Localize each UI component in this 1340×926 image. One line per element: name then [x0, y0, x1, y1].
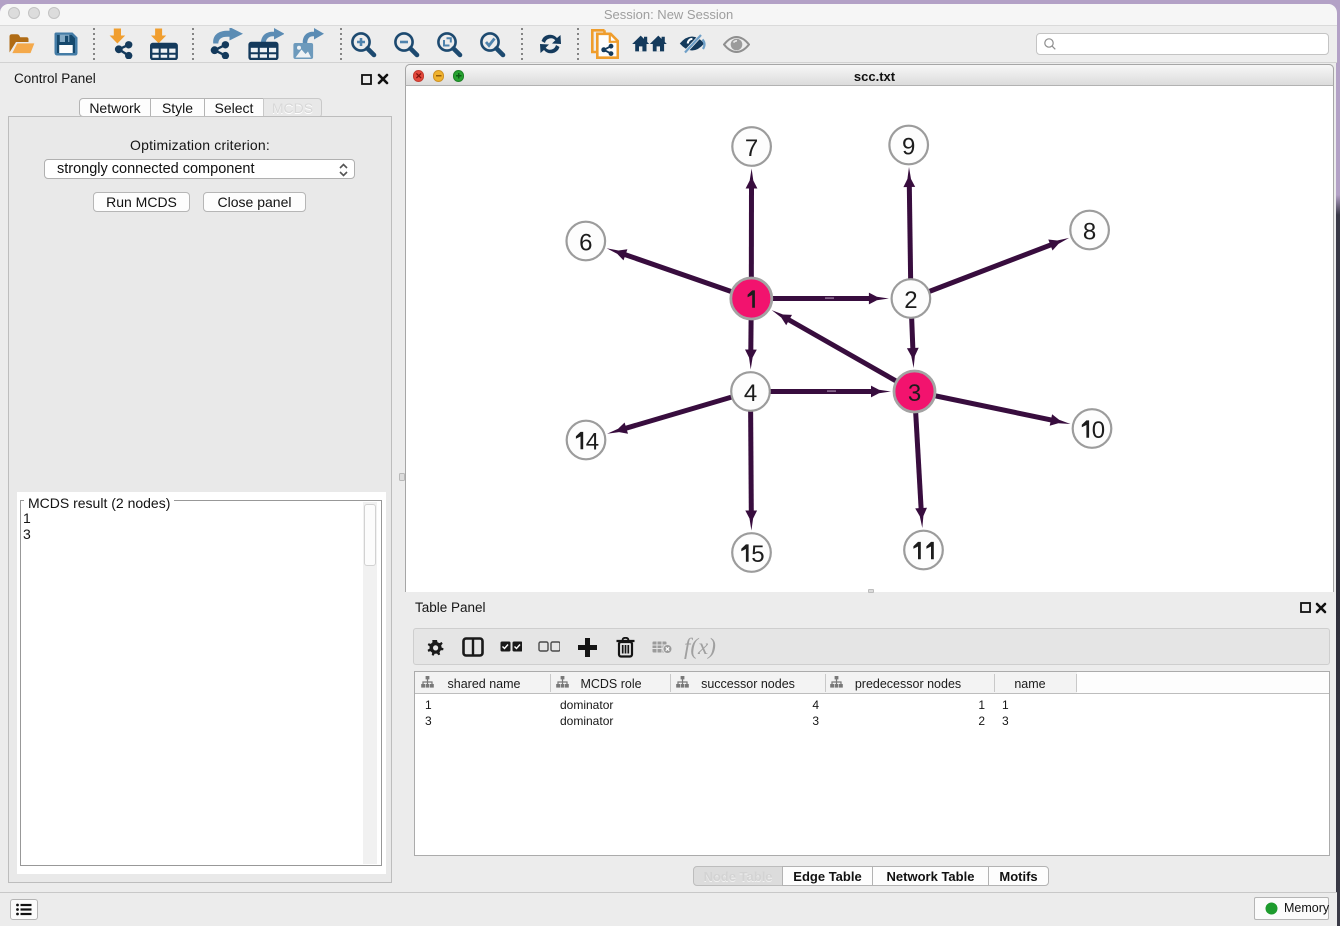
svg-text:3: 3: [908, 380, 921, 407]
svg-text:8: 8: [1083, 218, 1096, 245]
svg-text:4: 4: [586, 428, 599, 455]
svg-text:9: 9: [902, 133, 915, 160]
svg-text:6: 6: [579, 229, 592, 256]
svg-text:7: 7: [745, 135, 758, 162]
svg-text:0: 0: [1092, 417, 1105, 444]
svg-text:4: 4: [744, 380, 757, 407]
svg-text:2: 2: [904, 287, 917, 314]
svg-text:5: 5: [751, 541, 764, 568]
